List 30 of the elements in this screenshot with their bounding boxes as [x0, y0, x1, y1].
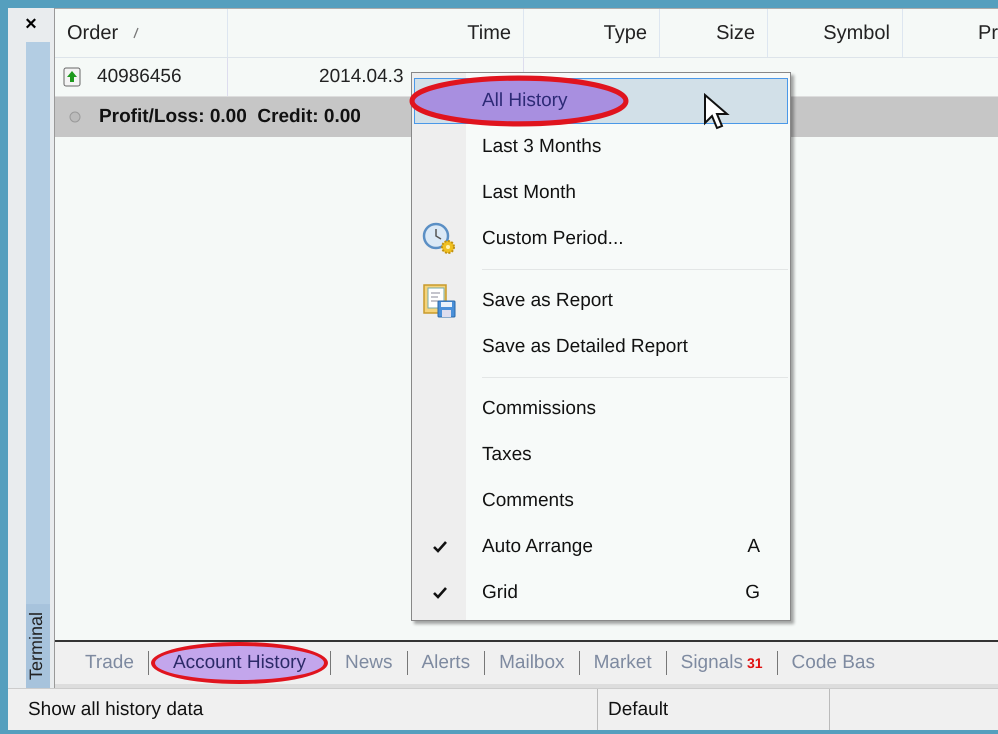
menu-item[interactable]: Save as Report — [414, 278, 788, 324]
menu-item[interactable]: Grid G — [414, 570, 788, 616]
menu-item[interactable]: Auto Arrange A — [414, 524, 788, 570]
clock-gear-icon — [422, 222, 458, 256]
column-header[interactable]: Size — [660, 9, 768, 57]
status-text: Default — [608, 698, 668, 720]
menu-item[interactable]: Last Month — [414, 170, 788, 216]
status-text: Show all history data — [28, 698, 204, 720]
column-header[interactable]: Order — [55, 9, 228, 57]
column-header[interactable]: Symbol — [768, 9, 903, 57]
close-button[interactable]: × — [25, 14, 37, 34]
table-cell: 2014.04.3 — [319, 66, 404, 88]
menu-item[interactable]: Commissions — [414, 386, 788, 432]
menu-item[interactable]: Taxes — [414, 432, 788, 478]
mouse-cursor-icon — [703, 93, 731, 131]
shortcut-text: A — [747, 536, 760, 558]
terminal-tab[interactable]: Terminal — [26, 604, 50, 688]
tab[interactable]: Account History — [150, 642, 328, 684]
column-header[interactable]: Time — [228, 9, 524, 57]
column-header[interactable]: Pr — [903, 9, 998, 57]
column-header[interactable]: Type — [524, 9, 660, 57]
menu-item[interactable]: Custom Period... — [414, 216, 788, 262]
shortcut-text: G — [745, 582, 760, 604]
menu-item[interactable]: Save as Detailed Report — [414, 324, 788, 370]
circle-icon — [69, 111, 81, 123]
count-label: 31 — [746, 655, 763, 671]
menu-item[interactable]: Comments — [414, 478, 788, 524]
tab[interactable]: Signals 31 — [672, 648, 771, 678]
save-report-icon — [422, 283, 458, 319]
table-cell: 40986456 — [97, 66, 182, 88]
